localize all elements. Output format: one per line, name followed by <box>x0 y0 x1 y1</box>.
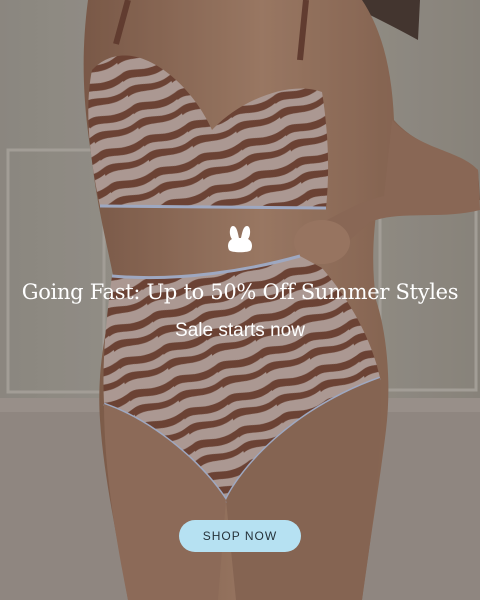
shop-now-button[interactable]: SHOP NOW <box>179 520 301 552</box>
promo-headline: Going Fast: Up to 50% Off Summer Styles <box>21 280 459 304</box>
promo-subheadline: Sale starts now <box>175 320 305 341</box>
promo-banner[interactable]: Going Fast: Up to 50% Off Summer Styles … <box>0 0 480 600</box>
bunny-logo-icon <box>228 226 252 253</box>
